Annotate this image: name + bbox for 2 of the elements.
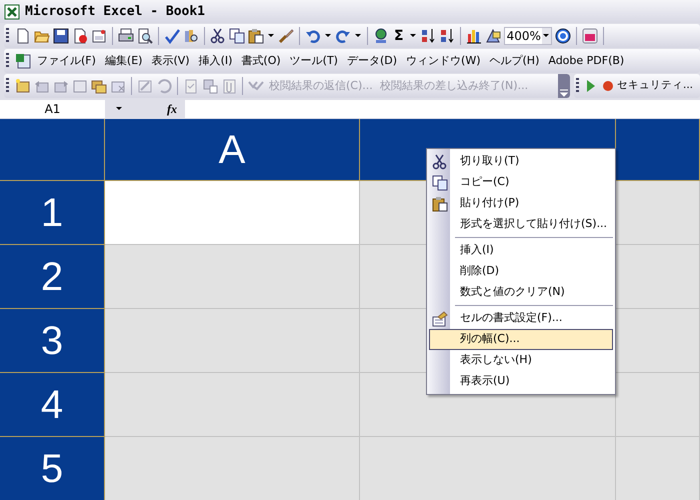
window-title: Microsoft Excel - Book1: [25, 2, 206, 21]
zoom-value: 400%: [506, 28, 541, 45]
